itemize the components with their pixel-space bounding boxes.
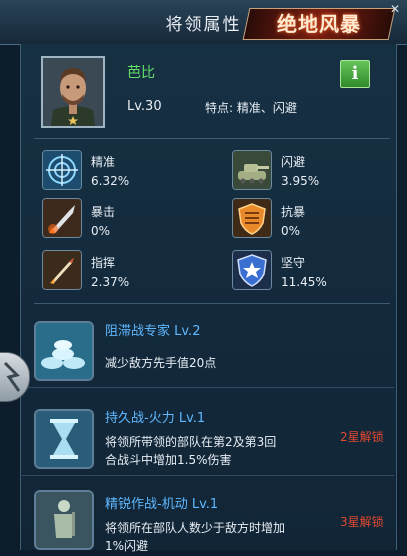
- skill-desc-line1: 将领所带领的部队在第2及第3回: [105, 435, 277, 449]
- stat-name-accuracy: 精准: [91, 155, 116, 169]
- stats-panel: [34, 138, 390, 304]
- stat-value-command: 2.37%: [91, 275, 130, 289]
- general-level: Lv.30: [127, 99, 162, 114]
- stat-name-defense: 坚守: [281, 256, 306, 270]
- info-icon: i: [351, 63, 359, 84]
- soldier-icon: [34, 490, 94, 550]
- stat-name-evasion: 闪避: [281, 155, 306, 169]
- info-button[interactable]: i: [340, 60, 370, 88]
- rocket-icon: [42, 250, 82, 290]
- stat-name-anti-crit: 抗暴: [281, 205, 306, 219]
- stat-name-command: 指挥: [91, 256, 116, 270]
- stat-value-evasion: 3.95%: [281, 174, 320, 188]
- sandbag-icon: [34, 321, 94, 381]
- star-shield-icon: [232, 250, 272, 290]
- close-icon[interactable]: ✕: [384, 0, 406, 18]
- tank-icon: [232, 150, 272, 190]
- skill-desc-line2: 1%闪避: [105, 539, 149, 553]
- stat-name-crit: 暴击: [91, 205, 116, 219]
- skill-desc-line1: 将领所在部队人数少于敌方时增加: [105, 521, 286, 535]
- stat-value-defense: 11.45%: [281, 275, 327, 289]
- side-tab-button[interactable]: [0, 352, 30, 402]
- game-logo: 绝地风暴: [242, 8, 396, 40]
- skill-title: 精锐作战-机动 Lv.1: [105, 497, 219, 512]
- logo-text: 绝地风暴: [277, 12, 361, 36]
- unlock-requirement: 3星解锁: [340, 515, 384, 529]
- shield-wing-icon: [232, 198, 272, 238]
- skill-row[interactable]: 精锐作战-机动 Lv.1 将领所在部队人数少于敌方时增加 1%闪避 3星解锁: [22, 480, 394, 556]
- unlock-requirement: 2星解锁: [340, 430, 384, 444]
- hourglass-icon: [34, 409, 94, 469]
- skill-title: 阻滞战专家 Lv.2: [105, 324, 201, 339]
- general-traits: 特点: 精准、闪避: [205, 101, 297, 115]
- skill-desc-line1: 减少敌方先手值20点: [105, 356, 217, 370]
- general-portrait: [41, 56, 105, 128]
- lightning-icon: [3, 361, 21, 392]
- stat-value-accuracy: 6.32%: [91, 174, 130, 188]
- crosshair-radar-icon: [42, 150, 82, 190]
- general-name: 芭比: [127, 65, 155, 81]
- skill-row[interactable]: 持久战-火力 Lv.1 将领所带领的部队在第2及第3回 合战斗中增加1.5%伤害…: [22, 399, 394, 476]
- missile-icon: [42, 198, 82, 238]
- stat-value-crit: 0%: [91, 224, 111, 238]
- skill-desc-line2: 合战斗中增加1.5%伤害: [105, 453, 232, 467]
- skill-row[interactable]: 阻滞战专家 Lv.2 减少敌方先手值20点: [22, 311, 394, 388]
- title-bar: 将领属性 绝地风暴 ✕: [0, 0, 407, 45]
- stat-value-anti-crit: 0%: [281, 224, 301, 238]
- skill-title: 持久战-火力 Lv.1: [105, 411, 206, 426]
